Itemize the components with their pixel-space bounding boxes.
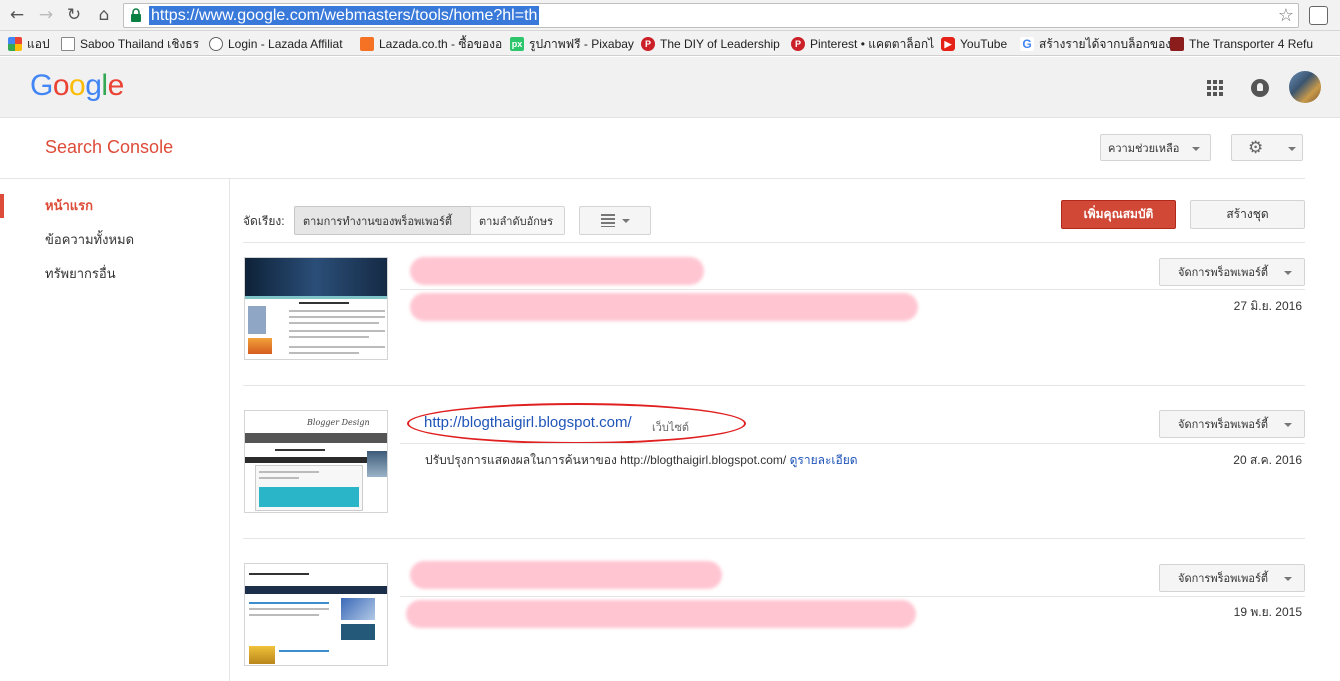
browser-toolbar: ← → ↻ ⌂ https://www.google.com/webmaster…	[0, 0, 1340, 31]
bookmark-pixabay[interactable]: px รูปภาพฟรี - Pixabay	[510, 36, 634, 52]
divider	[243, 538, 1305, 539]
property-date: 20 ส.ค. 2016	[1233, 453, 1302, 467]
bookmark-star-icon[interactable]: ☆	[1278, 5, 1294, 26]
divider	[400, 443, 1305, 444]
pinterest-icon: P	[641, 37, 655, 51]
url-text[interactable]: https://www.google.com/webmasters/tools/…	[149, 6, 540, 25]
extension-icon[interactable]	[1309, 6, 1328, 25]
sidebar-item-all-messages[interactable]: ข้อความทั้งหมด	[45, 229, 134, 250]
bookmark-youtube[interactable]: ▶ YouTube	[941, 36, 1007, 52]
google-header: Google	[0, 57, 1340, 118]
google-logo[interactable]: Google	[30, 69, 124, 103]
movie-icon	[1170, 37, 1184, 51]
chevron-down-icon	[1288, 147, 1296, 151]
apps-grid-icon	[8, 37, 22, 51]
gear-icon: ⚙	[1248, 138, 1264, 158]
divider	[243, 385, 1305, 386]
bookmark-apps[interactable]: แอป	[8, 36, 50, 52]
address-bar[interactable]: https://www.google.com/webmasters/tools/…	[123, 3, 1299, 28]
property-type-label: เว็บไซต์	[652, 422, 690, 434]
view-details-link[interactable]: ดูรายละเอียด	[790, 453, 858, 467]
apps-icon[interactable]	[1207, 80, 1223, 96]
home-icon[interactable]: ⌂	[94, 5, 114, 25]
lazada-icon	[360, 37, 374, 51]
property-thumbnail[interactable]	[244, 563, 388, 666]
redacted-url	[410, 561, 722, 589]
property-thumbnail[interactable]	[244, 257, 388, 360]
help-dropdown[interactable]: ความช่วยเหลือ	[1100, 134, 1211, 161]
sidebar-item-other-resources[interactable]: ทรัพยากรอื่น	[45, 263, 116, 284]
redacted-message	[410, 293, 918, 321]
manage-property-button[interactable]: จัดการพร็อพเพอร์ตี้	[1159, 258, 1305, 286]
bookmark-saboo[interactable]: Saboo Thailand เชิงธร	[61, 36, 199, 52]
sidebar-item-home[interactable]: หน้าแรก	[45, 195, 93, 216]
settings-button[interactable]: ⚙	[1231, 134, 1303, 161]
view-mode-button[interactable]	[579, 206, 651, 235]
manage-property-button[interactable]: จัดการพร็อพเพอร์ตี้	[1159, 564, 1305, 592]
list-view-icon	[601, 214, 615, 227]
divider	[243, 242, 1305, 243]
property-message: ปรับปรุงการแสดงผลในการค้นหาของ http://bl…	[425, 453, 858, 467]
active-indicator	[0, 194, 4, 218]
sort-alphabetical-button[interactable]: ตามลำดับอักษร	[470, 206, 565, 235]
bookmarks-bar: แอป Saboo Thailand เชิงธร Login - Lazada…	[0, 31, 1340, 56]
forward-arrow-icon[interactable]: →	[36, 5, 56, 25]
redacted-url	[410, 257, 704, 285]
avatar[interactable]	[1289, 71, 1321, 103]
chevron-down-icon	[622, 219, 630, 223]
chevron-down-icon	[1284, 271, 1292, 275]
create-set-button[interactable]: สร้างชุด	[1190, 200, 1305, 229]
bookmark-diy-leadership[interactable]: P The DIY of Leadership	[641, 36, 780, 52]
google-icon: G	[1020, 37, 1034, 51]
chevron-down-icon	[1192, 147, 1200, 151]
sort-label: จัดเรียง:	[243, 214, 285, 228]
reload-icon[interactable]: ↻	[64, 5, 84, 25]
bookmark-lazada-affiliate[interactable]: Login - Lazada Affiliat	[209, 36, 343, 52]
back-arrow-icon[interactable]: ←	[7, 5, 27, 25]
chevron-down-icon	[1284, 577, 1292, 581]
pinterest-icon: P	[791, 37, 805, 51]
sort-by-performance-button[interactable]: ตามการทำงานของพร็อพเพอร์ตี้	[294, 206, 471, 235]
bookmark-transporter[interactable]: The Transporter 4 Refu	[1170, 36, 1313, 52]
divider	[400, 289, 1305, 290]
property-url-link[interactable]: http://blogthaigirl.blogspot.com/	[424, 414, 632, 431]
chevron-down-icon	[1284, 423, 1292, 427]
youtube-icon: ▶	[941, 37, 955, 51]
notifications-icon[interactable]	[1251, 79, 1269, 97]
page-icon	[61, 37, 75, 51]
bookmark-blog-income[interactable]: G สร้างรายได้จากบล็อกของ	[1020, 36, 1171, 52]
sidebar: หน้าแรก ข้อความทั้งหมด ทรัพยากรอื่น	[0, 179, 230, 681]
redacted-message	[406, 600, 916, 628]
pixabay-icon: px	[510, 37, 524, 51]
bookmark-lazada[interactable]: Lazada.co.th - ซื้อของอ	[360, 36, 502, 52]
lazada-affiliate-icon	[209, 37, 223, 51]
property-thumbnail[interactable]: Blogger Design	[244, 410, 388, 513]
divider	[400, 596, 1305, 597]
add-property-button[interactable]: เพิ่มคุณสมบัติ	[1061, 200, 1176, 229]
manage-property-button[interactable]: จัดการพร็อพเพอร์ตี้	[1159, 410, 1305, 438]
property-date: 27 มิ.ย. 2016	[1233, 299, 1302, 313]
page-title[interactable]: Search Console	[45, 137, 173, 158]
lock-icon	[131, 8, 141, 22]
bookmark-pinterest[interactable]: P Pinterest • แคตตาล็อกไ	[791, 36, 934, 52]
property-date: 19 พ.ย. 2015	[1233, 605, 1302, 619]
